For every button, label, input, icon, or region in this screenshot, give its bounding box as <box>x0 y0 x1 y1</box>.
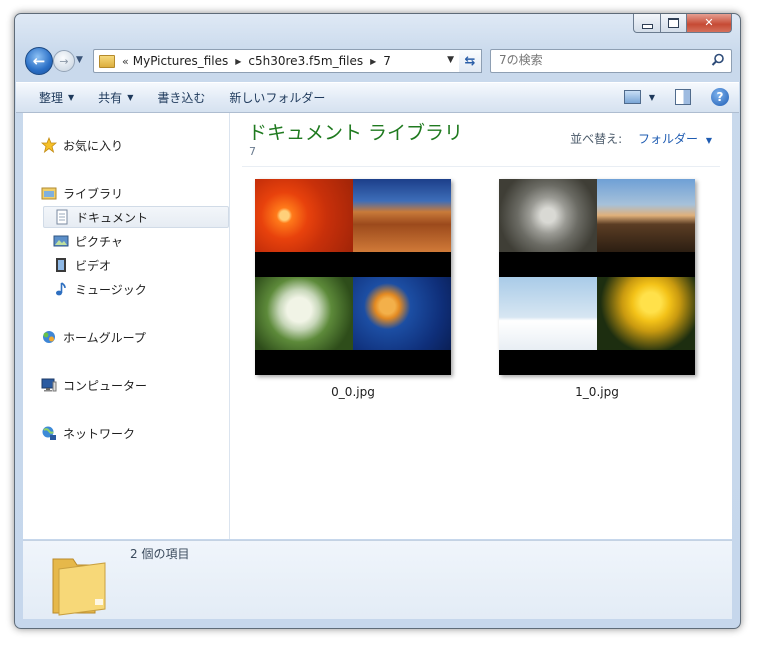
organize-button[interactable]: 整理 ▼ <box>39 89 74 106</box>
maximize-button[interactable] <box>661 14 687 33</box>
explorer-window: ✕ ← → ▼ « MyPictures_files ▶ c5h30re3.f5… <box>14 13 741 629</box>
sidebar-item-network[interactable]: ネットワーク <box>41 422 135 444</box>
network-icon <box>41 425 57 441</box>
sidebar-item-videos[interactable]: ビデオ <box>53 254 111 276</box>
search-input[interactable] <box>491 50 699 70</box>
sidebar-item-label: ネットワーク <box>63 426 136 441</box>
homegroup-icon <box>41 329 57 345</box>
back-button[interactable]: ← <box>25 47 53 75</box>
sidebar-item-label: コンピューター <box>63 378 148 393</box>
view-icon <box>623 90 641 104</box>
search-box[interactable] <box>490 49 732 73</box>
sidebar-item-label: ライブラリ <box>63 186 124 201</box>
caret-down-icon[interactable]: ▼ <box>649 93 655 102</box>
video-icon <box>53 257 69 273</box>
photo-tile-desert <box>353 179 451 252</box>
photo-tile-koala <box>499 179 597 252</box>
back-arrow-icon: ← <box>32 52 46 70</box>
sidebar-item-favorites[interactable]: お気に入り <box>41 134 123 156</box>
command-bar: 整理 ▼ 共有 ▼ 書き込む 新しいフォルダー ▼ ? <box>16 82 739 113</box>
share-button[interactable]: 共有 ▼ <box>98 89 133 106</box>
arrange-by: 並べ替え: フォルダー ▼ <box>570 130 712 147</box>
sidebar-item-label: お気に入り <box>63 138 124 153</box>
caret-down-icon: ▼ <box>127 93 134 102</box>
minimize-button[interactable] <box>633 14 661 33</box>
close-button[interactable]: ✕ <box>687 14 732 33</box>
document-icon <box>54 209 70 225</box>
sidebar-item-documents[interactable]: ドキュメント <box>43 206 229 228</box>
file-name[interactable]: 1_0.jpg <box>499 385 695 399</box>
sidebar-item-label: ピクチャ <box>75 234 123 249</box>
photo-tile-hydrangea <box>255 277 353 350</box>
sidebar-item-label: ドキュメント <box>76 210 149 225</box>
navigation-row: ← → ▼ « MyPictures_files ▶ c5h30re3.f5m_… <box>15 47 740 77</box>
file-item[interactable]: 1_0.jpg <box>499 179 695 399</box>
content-pane: ドキュメント ライブラリ 7 並べ替え: フォルダー ▼ 0_0.jpg 1_0… <box>230 113 732 539</box>
photo-tile-jellyfish <box>353 277 451 350</box>
sidebar-item-music[interactable]: ミュージック <box>53 278 147 300</box>
photo-tile-tulips <box>597 277 695 350</box>
caret-down-icon[interactable]: ▼ <box>706 136 712 145</box>
maximize-icon <box>668 17 679 28</box>
new-folder-label: 新しいフォルダー <box>229 91 326 105</box>
folder-icon <box>99 54 115 68</box>
photo-tile-penguins <box>499 277 597 350</box>
computer-icon <box>41 377 57 393</box>
arrange-by-dropdown[interactable]: フォルダー <box>638 132 698 146</box>
refresh-button[interactable]: ⇆ <box>459 49 482 73</box>
photo-tile-lighthouse <box>597 179 695 252</box>
sidebar-item-label: ホームグループ <box>63 330 146 345</box>
address-bar[interactable]: « MyPictures_files ▶ c5h30re3.f5m_files … <box>93 49 461 73</box>
forward-arrow-icon: → <box>59 54 69 68</box>
address-dropdown-icon[interactable]: ▼ <box>447 55 454 65</box>
minimize-icon <box>641 23 653 29</box>
library-subtitle: 7 <box>249 145 256 158</box>
caret-down-icon: ▼ <box>68 93 75 102</box>
preview-pane-icon[interactable] <box>675 89 691 105</box>
item-count: 2 個の項目 <box>130 547 190 561</box>
forward-button[interactable]: → <box>53 50 75 72</box>
breadcrumb-item[interactable]: MyPictures_files <box>133 54 229 68</box>
breadcrumb-item[interactable]: 7 <box>383 54 391 68</box>
toolbar-right: ▼ ? <box>623 88 729 106</box>
sidebar-item-label: ミュージック <box>75 282 147 297</box>
breadcrumb-item[interactable]: c5h30re3.f5m_files <box>248 54 363 68</box>
organize-label: 整理 <box>39 91 64 105</box>
star-icon <box>41 137 57 153</box>
search-icon[interactable] <box>711 53 725 67</box>
share-label: 共有 <box>98 91 123 105</box>
address-overflow-chevron[interactable]: « <box>122 55 129 68</box>
music-note-icon <box>53 281 69 297</box>
change-view-button[interactable]: ▼ <box>623 90 655 104</box>
file-item[interactable]: 0_0.jpg <box>255 179 451 399</box>
file-name[interactable]: 0_0.jpg <box>255 385 451 399</box>
arrange-by-label: 並べ替え: <box>570 132 623 146</box>
breadcrumb-separator-icon[interactable]: ▶ <box>370 57 376 66</box>
sidebar-item-pictures[interactable]: ピクチャ <box>53 230 123 252</box>
help-icon[interactable]: ? <box>711 88 729 106</box>
pictures-icon <box>53 233 69 249</box>
photo-tile-flower <box>255 179 353 252</box>
details-pane: 2 個の項目 <box>23 540 732 619</box>
sidebar-item-label: ビデオ <box>75 258 112 273</box>
refresh-icon: ⇆ <box>464 53 476 69</box>
recent-pages-dropdown[interactable]: ▼ <box>76 55 83 65</box>
navigation-pane: お気に入り ライブラリ ドキュメント ピクチャ ビデオ ミュージック ホームグル… <box>23 113 230 539</box>
new-folder-button[interactable]: 新しいフォルダー <box>229 89 325 106</box>
library-icon <box>41 185 57 201</box>
content-divider <box>242 166 720 167</box>
sidebar-item-libraries[interactable]: ライブラリ <box>41 182 123 204</box>
burn-button[interactable]: 書き込む <box>157 89 205 106</box>
close-icon: ✕ <box>704 16 714 29</box>
folder-icon <box>52 558 106 616</box>
burn-label: 書き込む <box>157 91 206 105</box>
file-thumbnail[interactable] <box>499 179 695 375</box>
caption-buttons: ✕ <box>633 14 732 33</box>
sidebar-item-homegroup[interactable]: ホームグループ <box>41 326 146 348</box>
library-title: ドキュメント ライブラリ <box>248 122 464 144</box>
file-thumbnail[interactable] <box>255 179 451 375</box>
breadcrumb-separator-icon[interactable]: ▶ <box>235 57 241 66</box>
sidebar-item-computer[interactable]: コンピューター <box>41 374 147 396</box>
